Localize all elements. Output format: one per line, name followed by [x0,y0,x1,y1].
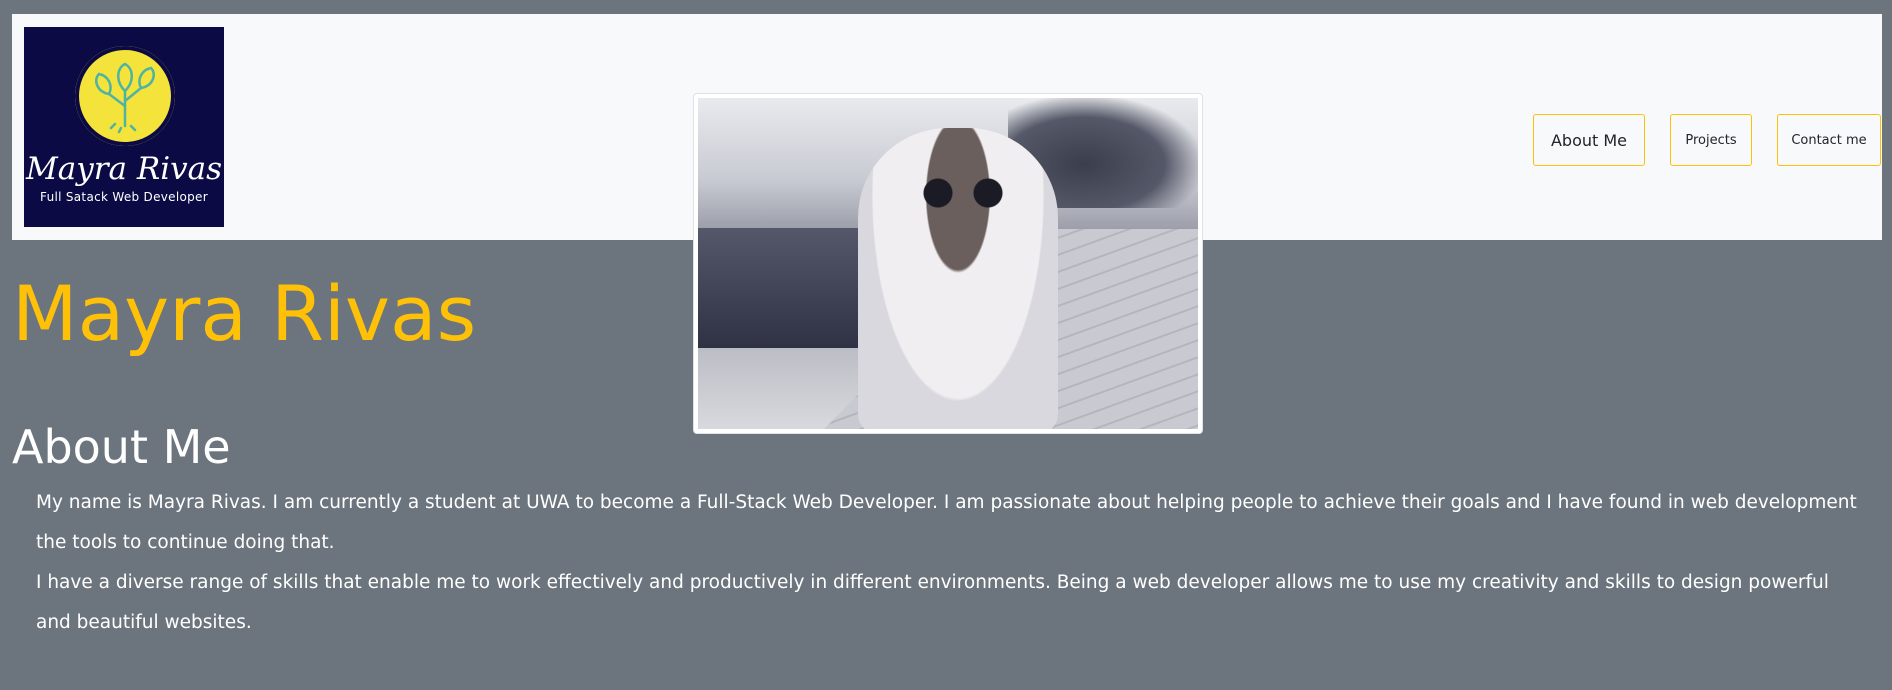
sunglasses-icon [913,178,1013,208]
about-text: My name is Mayra Rivas. I am currently a… [36,483,1866,643]
nav-about-button[interactable]: About Me [1533,114,1645,166]
about-paragraph-1: My name is Mayra Rivas. I am currently a… [36,492,1857,553]
logo-tagline: Full Satack Web Developer [40,190,208,204]
profile-photo-image [698,98,1198,429]
leaf-sun-icon [75,46,175,146]
logo[interactable]: Mayra Rivas Full Satack Web Developer [24,27,224,227]
profile-photo [693,93,1203,434]
hero-name: Mayra Rivas [12,269,477,358]
nav-contact-button[interactable]: Contact me [1777,114,1881,166]
about-title: About Me [12,420,231,474]
logo-name: Mayra Rivas [25,151,223,187]
nav-projects-button[interactable]: Projects [1670,114,1752,166]
photo-water [698,228,858,348]
about-paragraph-2: I have a diverse range of skills that en… [36,572,1829,633]
photo-person [858,128,1058,429]
